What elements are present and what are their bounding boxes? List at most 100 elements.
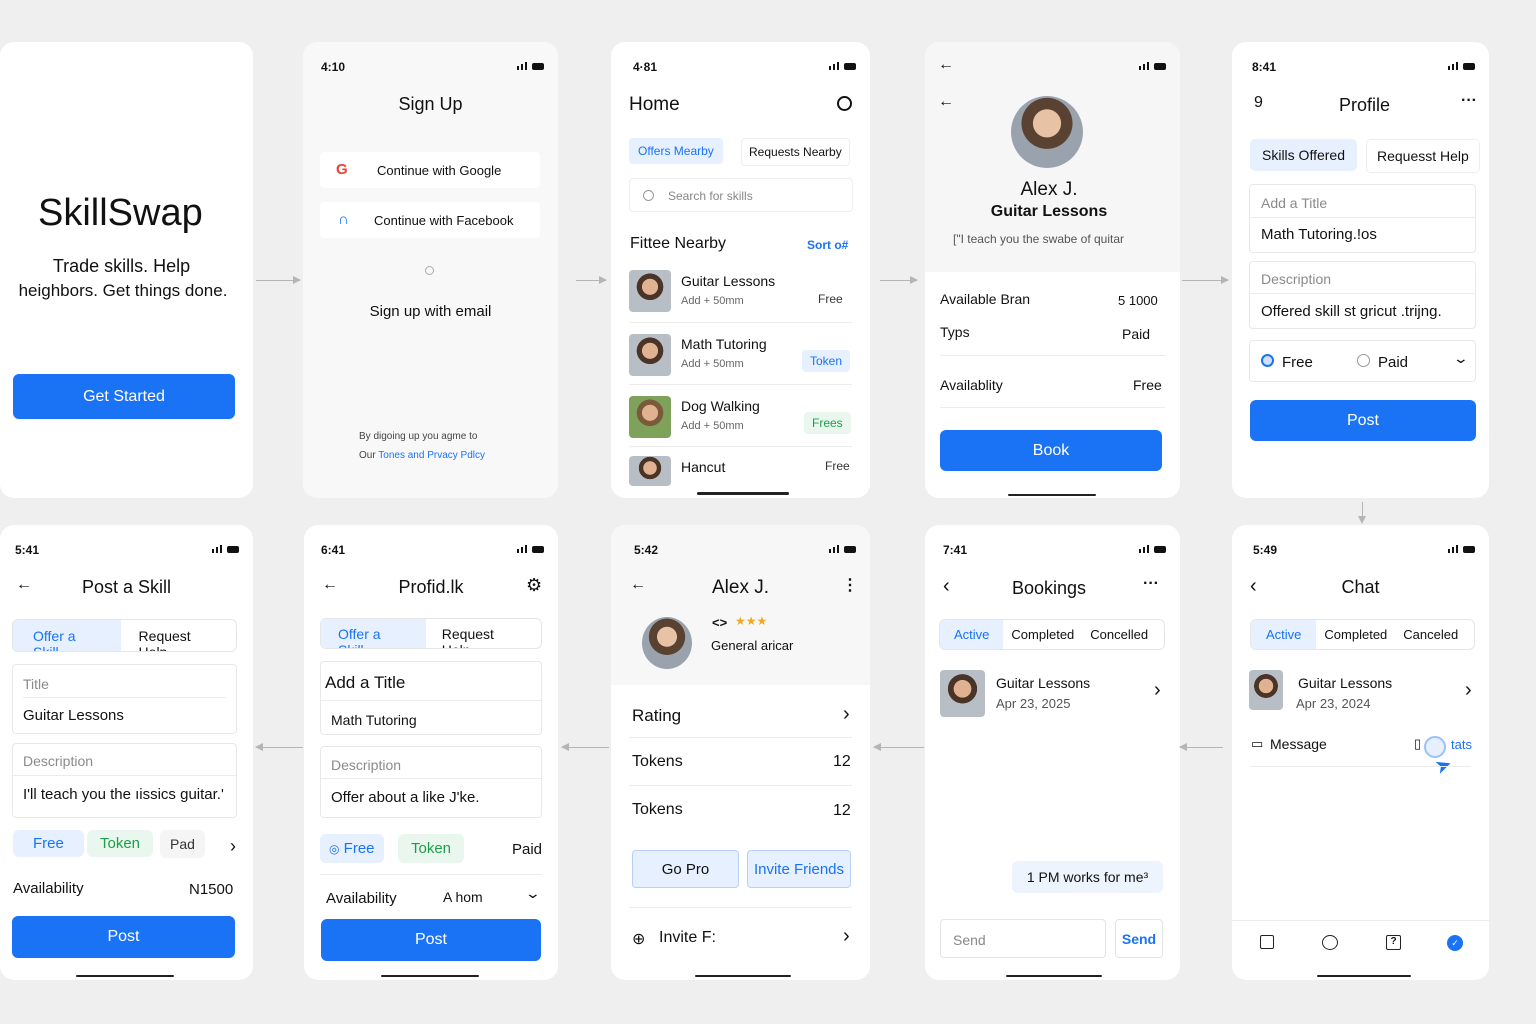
post-button[interactable]: Post [321, 919, 541, 961]
list-item-tag: Free [818, 292, 843, 306]
sort-link[interactable]: Sort o# [807, 238, 848, 252]
tagline-line1: Trade skills. Help [52, 256, 191, 276]
home-indicator [1008, 494, 1096, 496]
booking-title[interactable]: Guitar Lessons [996, 675, 1090, 691]
post-button[interactable]: Post [1250, 400, 1476, 441]
bookmark-icon[interactable]: ▯ [1414, 736, 1421, 752]
invite-row[interactable]: Invite F: [659, 929, 716, 947]
chevron-right-icon[interactable]: › [843, 703, 850, 726]
title-field[interactable]: Add a Title Math Tutoring.!os [1249, 184, 1476, 253]
detail-value: Paid [1122, 326, 1151, 342]
get-started-button[interactable]: Get Started [13, 374, 235, 419]
tab-request-help[interactable]: Request Help [121, 620, 236, 651]
divider [940, 407, 1165, 408]
tab-completed[interactable]: Completed [1316, 620, 1395, 649]
tab-request-help[interactable]: Requesst Help [1366, 139, 1480, 173]
price-type-select[interactable]: Free Paid ⌄ [1249, 340, 1476, 382]
divider-dot [425, 266, 434, 275]
back-arrow-icon[interactable]: ← [938, 56, 954, 74]
invite-friends-button[interactable]: Invite Friends [747, 850, 851, 888]
chip-free[interactable]: Free [13, 830, 84, 857]
facebook-button-label: Continue with Facebook [374, 213, 514, 228]
list-item-title[interactable]: Guitar Lessons [681, 273, 775, 289]
chevron-right-icon[interactable]: › [230, 836, 236, 857]
chevron-down-icon[interactable]: ⌄ [525, 885, 541, 902]
description-label: Description [23, 753, 94, 769]
tab-canceled[interactable]: Canceled [1395, 620, 1466, 649]
more-vertical-icon[interactable]: ⋮ [842, 575, 858, 595]
more-icon[interactable]: ··· [1143, 575, 1159, 593]
battery-icon [517, 545, 544, 553]
list-item-title[interactable]: Math Tutoring [681, 336, 767, 352]
book-button[interactable]: Book [940, 430, 1162, 471]
avatar [642, 617, 692, 669]
search-icon[interactable] [837, 96, 852, 111]
availability-label: Availability [13, 880, 84, 897]
list-item-sub: Add + 50mm [681, 295, 744, 307]
tab-requests-nearby[interactable]: Requests Nearby [741, 138, 850, 166]
search-input[interactable]: Search for skills [629, 178, 853, 212]
screen-post-skill: 5:41 ← Post a Skill Offer a Skill Reques… [0, 525, 253, 980]
tab-request-help[interactable]: Request Help [426, 619, 541, 648]
tab-cancelled[interactable]: Concelled [1082, 620, 1156, 649]
chip-token[interactable]: Token [87, 830, 154, 857]
description-field[interactable]: Description Offer about a like J'ke. [320, 746, 542, 818]
legal-line2: Our Tones and Prvacy Pdlcy [359, 450, 485, 461]
chevron-right-icon[interactable]: › [1465, 679, 1472, 702]
mode-tabs: Offer a Skill Request Help [12, 619, 237, 652]
chevron-right-icon[interactable]: › [843, 925, 850, 948]
chip-paid[interactable]: Pad [160, 830, 205, 858]
post-button[interactable]: Post [12, 916, 235, 958]
stats-link[interactable]: tats [1451, 737, 1472, 752]
chat-icon[interactable] [1322, 935, 1338, 950]
message-input[interactable]: Send [940, 919, 1106, 958]
more-icon[interactable]: ··· [1461, 92, 1477, 110]
tokens-value: 12 [833, 753, 851, 770]
chevron-right-icon[interactable]: › [1154, 679, 1161, 702]
tab-offer-skill[interactable]: Offer a Skill [13, 620, 121, 651]
message-link[interactable]: Message [1270, 736, 1327, 752]
rating-row[interactable]: Rating [632, 706, 681, 726]
go-pro-button[interactable]: Go Pro [632, 850, 739, 888]
detail-label: Typs [940, 324, 970, 340]
back-chevron-icon[interactable]: ‹ [943, 575, 950, 598]
description-field[interactable]: Description I'll teach you the ıissics g… [12, 743, 237, 818]
facebook-icon: ∩ [338, 211, 349, 228]
chat-title[interactable]: Guitar Lessons [1298, 675, 1392, 691]
screen-welcome: SkillSwap Trade skills. Help heighbors. … [0, 42, 253, 498]
chip-token[interactable]: Token [398, 834, 465, 863]
radio-on-icon[interactable] [1261, 354, 1274, 367]
description-field[interactable]: Description Offered skill st gricut .tri… [1249, 261, 1476, 329]
email-signup-link[interactable]: Sign up with email [303, 303, 558, 320]
gear-icon[interactable]: ⚙ [526, 575, 542, 596]
chevron-down-icon[interactable]: ⌄ [1453, 350, 1469, 367]
title-field[interactable]: Title Guitar Lessons [12, 664, 237, 734]
chip-free[interactable]: ◎ Free [320, 834, 384, 863]
battery-icon [829, 545, 856, 553]
code-icon: <> [712, 615, 728, 630]
help-icon[interactable]: ? [1386, 935, 1401, 950]
terms-link[interactable]: Tones and Prvacy Pdlcy [378, 450, 485, 461]
back-arrow-icon[interactable]: ← [938, 93, 954, 111]
tab-active[interactable]: Active [1251, 620, 1317, 649]
send-button[interactable]: Send [1115, 919, 1163, 958]
back-arrow-icon[interactable]: ← [630, 576, 646, 594]
tab-active[interactable]: Active [940, 620, 1004, 649]
google-icon: G [336, 161, 348, 178]
divider [23, 697, 226, 698]
title-field[interactable]: Add a Title Math Tutoring [320, 661, 542, 735]
tab-skills-offered[interactable]: Skills Offered [1250, 139, 1357, 171]
google-button[interactable]: G Continue with Google [320, 152, 540, 188]
tab-offers-nearby[interactable]: Offers Mearby [629, 138, 723, 164]
chip-paid[interactable]: Paid [512, 841, 542, 858]
home-icon[interactable] [1260, 935, 1274, 949]
profile-tab-icon[interactable]: ✓ [1447, 935, 1463, 951]
radio-off-icon[interactable] [1357, 354, 1370, 367]
facebook-button[interactable]: ∩ Continue with Facebook [320, 202, 540, 238]
tab-offer-skill[interactable]: Offer a Skill [321, 619, 426, 648]
list-item-title[interactable]: Hancut [681, 459, 725, 475]
tab-completed[interactable]: Completed [1003, 620, 1082, 649]
token-icon: ◎ [329, 842, 340, 856]
list-item-title[interactable]: Dog Walking [681, 398, 760, 414]
home-indicator [695, 975, 791, 977]
